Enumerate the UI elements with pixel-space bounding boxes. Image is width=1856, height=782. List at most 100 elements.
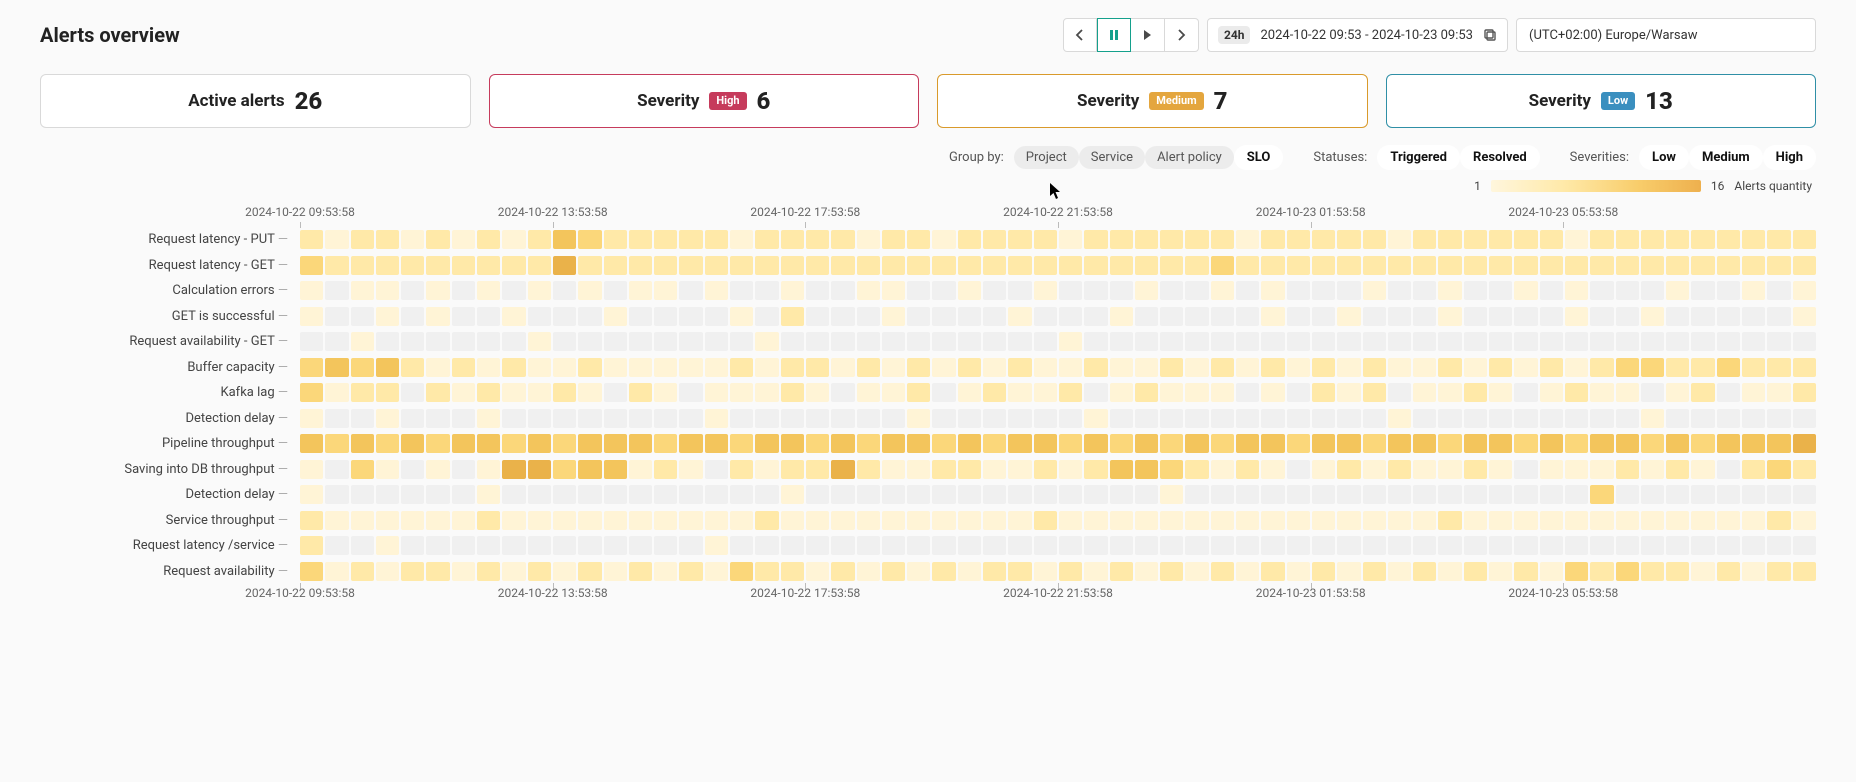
heatmap-cell[interactable] — [1160, 358, 1183, 377]
heatmap-cell[interactable] — [1438, 332, 1461, 351]
heatmap-cell[interactable] — [806, 434, 829, 453]
heatmap-cell[interactable] — [1034, 256, 1057, 275]
heatmap-cell[interactable] — [1110, 358, 1133, 377]
heatmap-cell[interactable] — [452, 562, 475, 581]
heatmap-cell[interactable] — [1489, 383, 1512, 402]
heatmap-cell[interactable] — [882, 383, 905, 402]
heatmap-cell[interactable] — [730, 536, 753, 555]
heatmap-cell[interactable] — [1388, 383, 1411, 402]
heatmap-cell[interactable] — [1388, 511, 1411, 530]
heatmap-cell[interactable] — [351, 511, 374, 530]
heatmap-cell[interactable] — [1008, 307, 1031, 326]
heatmap-cell[interactable] — [781, 307, 804, 326]
heatmap-cell[interactable] — [1034, 332, 1057, 351]
heatmap-cell[interactable] — [958, 485, 981, 504]
heatmap-cell[interactable] — [1211, 409, 1234, 428]
heatmap-cell[interactable] — [882, 485, 905, 504]
heatmap-cell[interactable] — [1135, 536, 1158, 555]
heatmap-cell[interactable] — [1717, 281, 1740, 300]
heatmap-cell[interactable] — [1261, 383, 1284, 402]
heatmap-cell[interactable] — [351, 409, 374, 428]
heatmap-cell[interactable] — [1793, 383, 1816, 402]
severity-chip-high[interactable]: High — [1763, 145, 1816, 170]
heatmap-cell[interactable] — [1160, 332, 1183, 351]
heatmap-cell[interactable] — [1464, 511, 1487, 530]
heatmap-cell[interactable] — [1160, 460, 1183, 479]
heatmap-cell[interactable] — [376, 332, 399, 351]
heatmap-cell[interactable] — [1363, 383, 1386, 402]
heatmap-cell[interactable] — [1337, 460, 1360, 479]
heatmap-cell[interactable] — [1540, 383, 1563, 402]
heatmap-cell[interactable] — [1691, 511, 1714, 530]
heatmap-cell[interactable] — [1160, 562, 1183, 581]
heatmap-cell[interactable] — [426, 434, 449, 453]
heatmap-cell[interactable] — [857, 307, 880, 326]
heatmap-cell[interactable] — [1793, 511, 1816, 530]
heatmap-cell[interactable] — [1363, 485, 1386, 504]
heatmap-cell[interactable] — [528, 256, 551, 275]
heatmap-cell[interactable] — [325, 409, 348, 428]
heatmap-cell[interactable] — [1767, 511, 1790, 530]
heatmap-cell[interactable] — [1008, 460, 1031, 479]
heatmap-cell[interactable] — [351, 281, 374, 300]
heatmap-cell[interactable] — [1666, 281, 1689, 300]
heatmap-cell[interactable] — [1363, 434, 1386, 453]
heatmap-cell[interactable] — [477, 256, 500, 275]
heatmap-cell[interactable] — [1059, 536, 1082, 555]
heatmap-cell[interactable] — [730, 460, 753, 479]
heatmap-cell[interactable] — [1008, 485, 1031, 504]
heatmap-cell[interactable] — [578, 256, 601, 275]
heatmap-cell[interactable] — [401, 536, 424, 555]
heatmap-cell[interactable] — [781, 230, 804, 249]
heatmap-cell[interactable] — [1438, 511, 1461, 530]
heatmap-cell[interactable] — [1717, 485, 1740, 504]
heatmap-cell[interactable] — [553, 307, 576, 326]
heatmap-cell[interactable] — [1236, 562, 1259, 581]
heatmap-cell[interactable] — [1666, 536, 1689, 555]
heatmap-cell[interactable] — [426, 485, 449, 504]
heatmap-cell[interactable] — [1185, 332, 1208, 351]
heatmap-cell[interactable] — [351, 256, 374, 275]
heatmap-cell[interactable] — [1008, 409, 1031, 428]
heatmap-cell[interactable] — [705, 281, 728, 300]
heatmap-cell[interactable] — [351, 358, 374, 377]
heatmap-cell[interactable] — [477, 536, 500, 555]
heatmap-cell[interactable] — [300, 332, 323, 351]
heatmap-cell[interactable] — [553, 230, 576, 249]
heatmap-cell[interactable] — [1489, 281, 1512, 300]
heatmap-cell[interactable] — [578, 409, 601, 428]
heatmap-cell[interactable] — [1034, 409, 1057, 428]
heatmap-cell[interactable] — [452, 434, 475, 453]
heatmap-cell[interactable] — [1717, 383, 1740, 402]
heatmap-cell[interactable] — [654, 511, 677, 530]
heatmap-cell[interactable] — [857, 256, 880, 275]
heatmap-cell[interactable] — [958, 281, 981, 300]
heatmap-cell[interactable] — [654, 536, 677, 555]
heatmap-cell[interactable] — [730, 485, 753, 504]
heatmap-cell[interactable] — [1464, 562, 1487, 581]
heatmap-cell[interactable] — [351, 332, 374, 351]
heatmap-cell[interactable] — [1691, 562, 1714, 581]
heatmap-cell[interactable] — [1211, 256, 1234, 275]
heatmap-cell[interactable] — [401, 230, 424, 249]
heatmap-cell[interactable] — [1059, 409, 1082, 428]
heatmap-cell[interactable] — [604, 511, 627, 530]
heatmap-cell[interactable] — [1110, 511, 1133, 530]
heatmap-cell[interactable] — [325, 307, 348, 326]
heatmap-cell[interactable] — [1641, 307, 1664, 326]
heatmap-cell[interactable] — [1438, 409, 1461, 428]
heatmap-cell[interactable] — [1717, 307, 1740, 326]
heatmap-cell[interactable] — [1717, 562, 1740, 581]
heatmap-cell[interactable] — [401, 562, 424, 581]
heatmap-cell[interactable] — [452, 409, 475, 428]
heatmap-cell[interactable] — [1363, 511, 1386, 530]
heatmap-cell[interactable] — [1438, 485, 1461, 504]
heatmap-cell[interactable] — [1160, 485, 1183, 504]
heatmap-cell[interactable] — [1413, 256, 1436, 275]
heatmap-cell[interactable] — [1616, 281, 1639, 300]
heatmap-cell[interactable] — [325, 536, 348, 555]
heatmap-cell[interactable] — [1514, 409, 1537, 428]
heatmap-cell[interactable] — [755, 485, 778, 504]
heatmap-cell[interactable] — [932, 256, 955, 275]
heatmap-cell[interactable] — [932, 230, 955, 249]
